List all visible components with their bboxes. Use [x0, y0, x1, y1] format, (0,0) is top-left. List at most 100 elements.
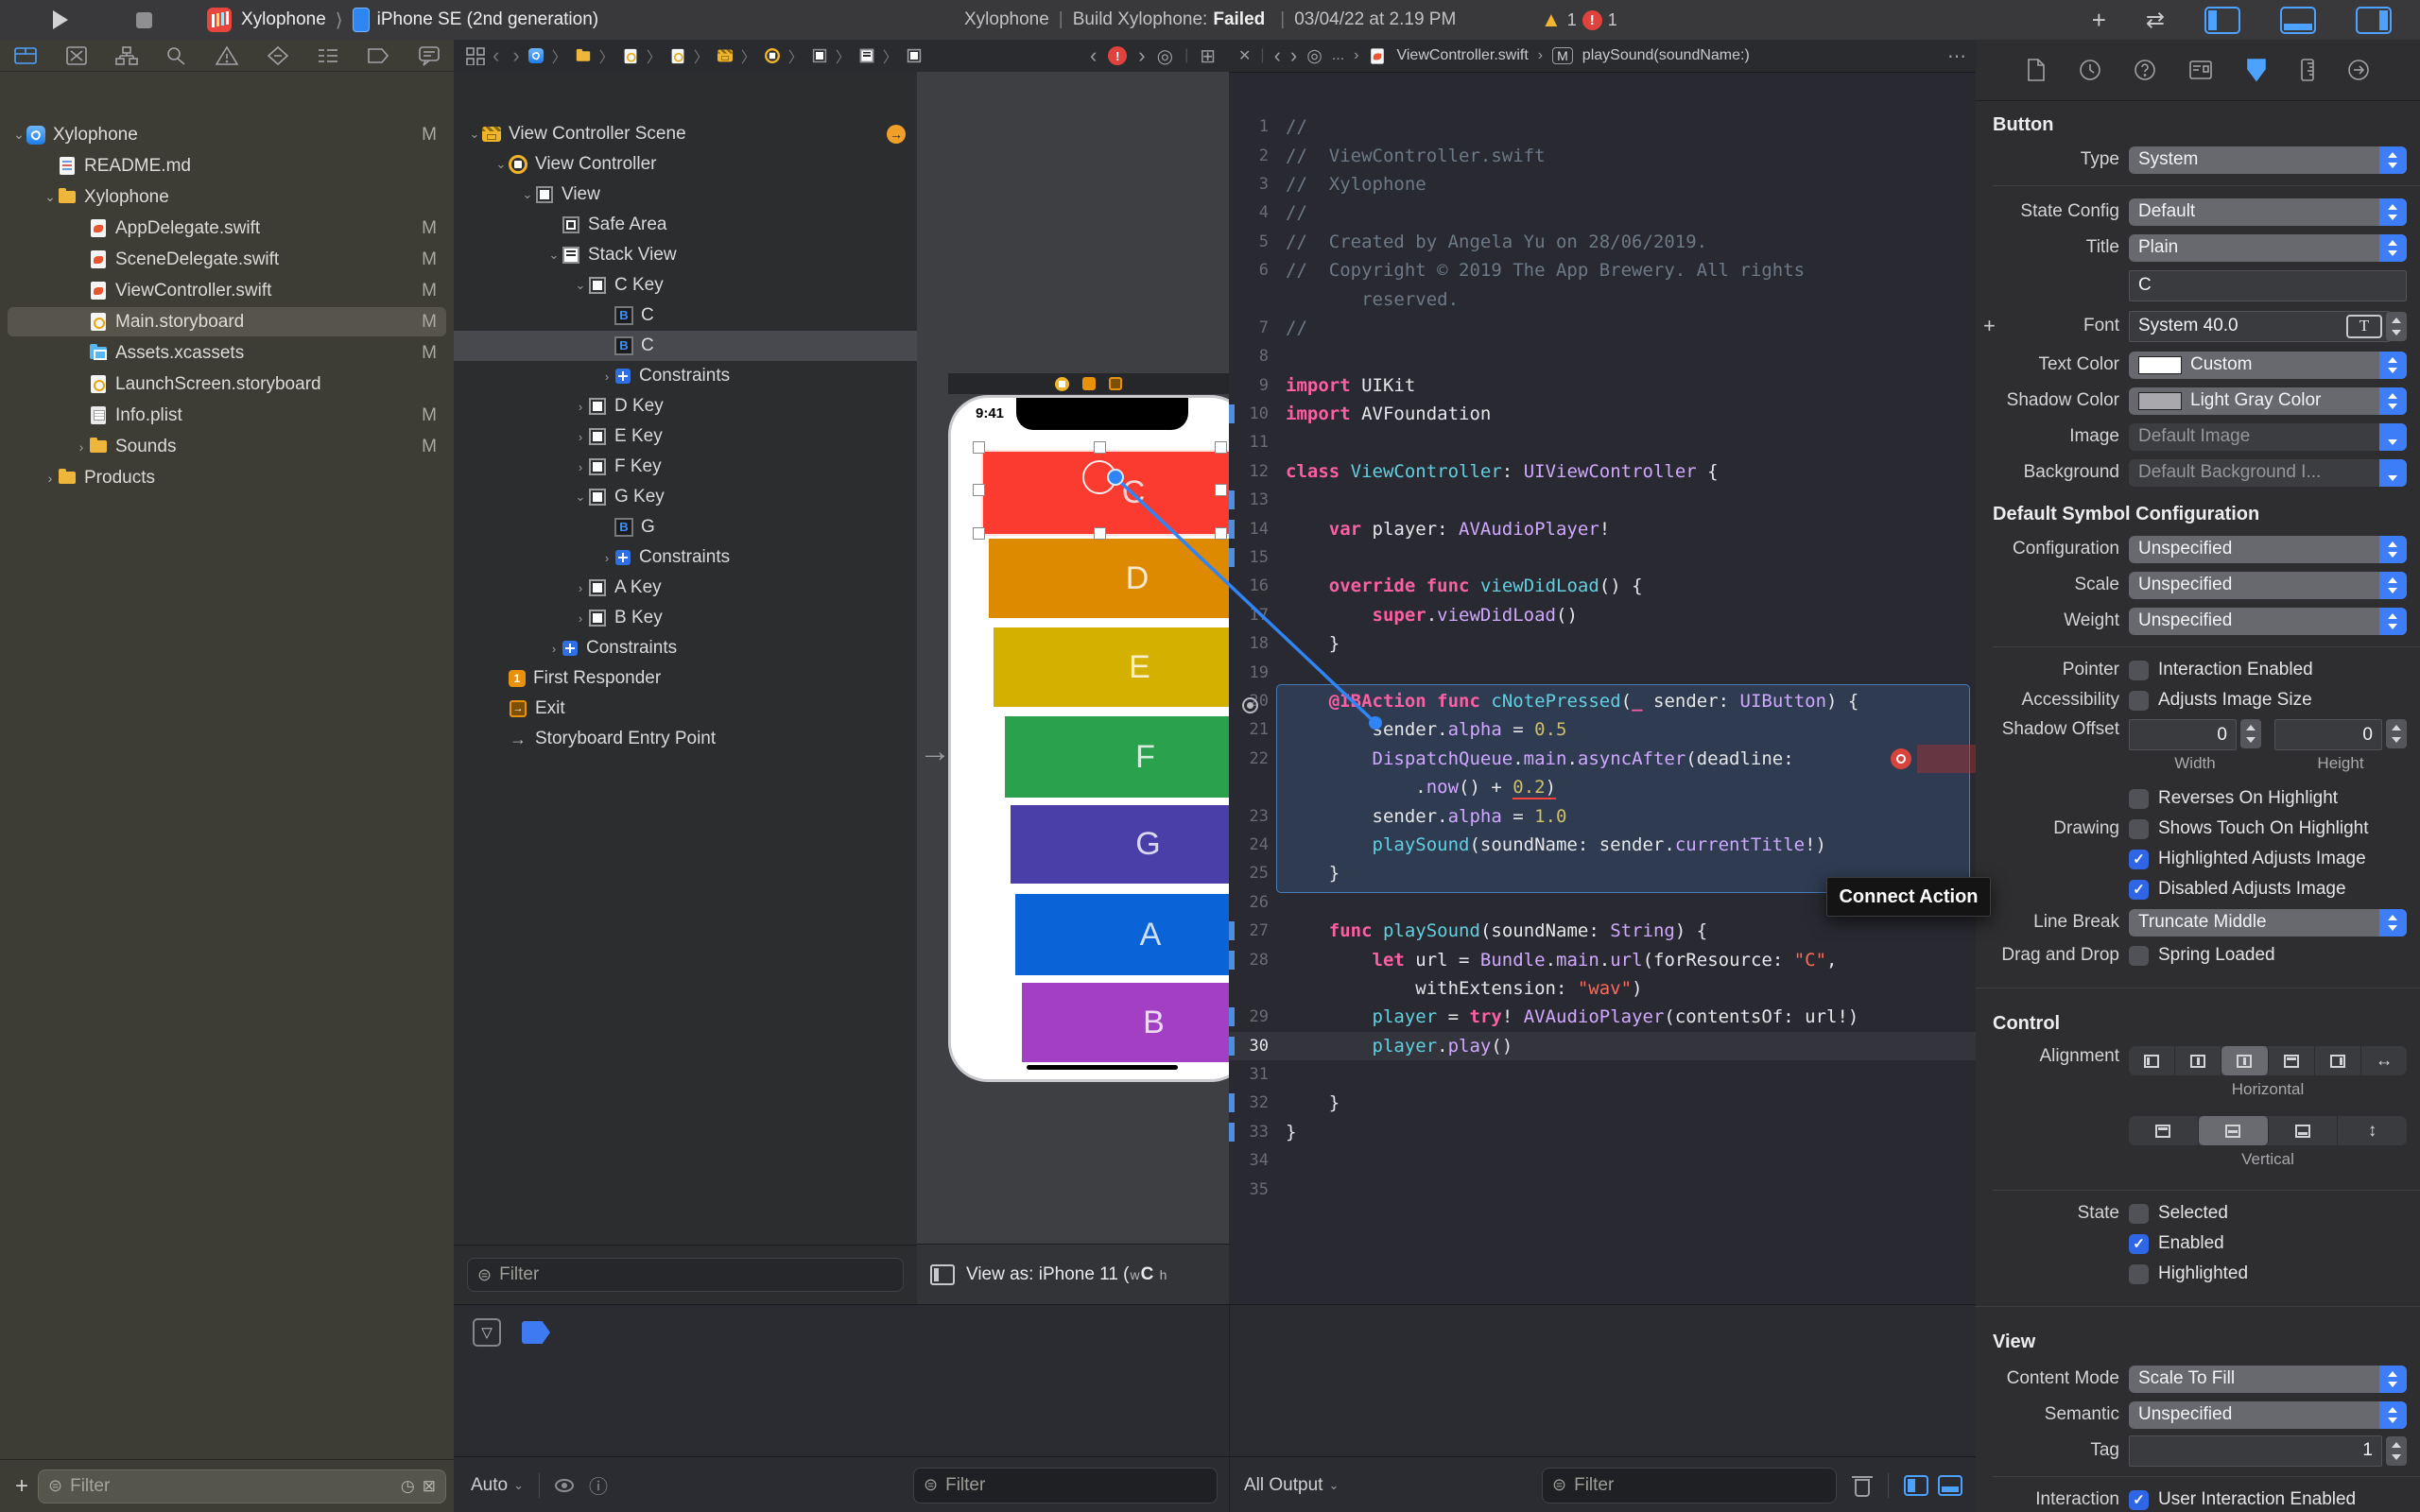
code-line[interactable]: reserved. — [1229, 284, 1976, 313]
disclosure-icon[interactable]: › — [573, 400, 588, 414]
disclosure-icon[interactable]: › — [546, 642, 562, 656]
stepper[interactable] — [2386, 1436, 2407, 1466]
file-inspector-icon[interactable] — [2026, 58, 2047, 82]
shadow-offset-field[interactable]: 0 — [2274, 719, 2382, 750]
selection-handle[interactable] — [1094, 441, 1106, 454]
scheme-target[interactable]: Xylophone — [241, 9, 326, 30]
adjust-editor-icon[interactable]: ◎ — [1157, 44, 1173, 68]
outline-row[interactable]: ⌄View Controller Scene→ — [454, 119, 917, 149]
add-file-button[interactable]: + — [15, 1473, 28, 1500]
navigator-filter-field[interactable]: ⊜ Filter ◷ ⊠ — [38, 1469, 446, 1503]
code-line[interactable]: 18 } — [1229, 629, 1976, 658]
history-inspector-icon[interactable] — [2079, 59, 2101, 81]
code-line[interactable]: 13 — [1229, 486, 1976, 514]
checkbox-interaction-enabled[interactable] — [2129, 661, 2149, 680]
code-line[interactable]: 20 @IBAction func cNotePressed(_ sender:… — [1229, 687, 1976, 715]
code-review-button[interactable]: ⇄ — [2146, 7, 2165, 34]
dropdown-line-break[interactable]: Truncate Middle — [2129, 909, 2407, 936]
clear-console-icon[interactable] — [1852, 1474, 1873, 1497]
outline-row[interactable]: ›F Key — [454, 452, 917, 482]
test-navigator-icon[interactable] — [267, 45, 289, 66]
checkbox-spring-loaded[interactable] — [2129, 946, 2149, 966]
hide-debug-area-icon[interactable]: ▽ — [473, 1318, 501, 1347]
selection-handle[interactable] — [973, 441, 985, 454]
file-row[interactable]: Main.storyboardM — [0, 306, 454, 337]
checkbox-highlighted[interactable] — [2129, 1264, 2149, 1284]
outline-row[interactable]: ›A Key — [454, 573, 917, 603]
prev-issue-icon[interactable]: ‹ — [1090, 43, 1097, 68]
editor-more-icon[interactable]: ⋯ — [1947, 44, 1966, 68]
report-navigator-icon[interactable] — [418, 45, 441, 66]
outline-row[interactable]: →Exit — [454, 694, 917, 724]
source-control-status-icon[interactable]: ⊠ — [423, 1477, 436, 1496]
toggle-inspector-button[interactable] — [2356, 7, 2392, 34]
code-line[interactable]: 23 sender.alpha = 1.0 — [1229, 801, 1976, 830]
segment[interactable] — [2221, 1046, 2268, 1075]
outline-row[interactable]: ›Constraints — [454, 542, 917, 573]
file-row[interactable]: ViewController.swiftM — [0, 275, 454, 306]
variables-filter-field[interactable]: ⊜ Filter — [913, 1468, 1218, 1503]
code-line[interactable]: 16 override func viewDidLoad() { — [1229, 572, 1976, 600]
ibaction-connection-icon[interactable] — [1242, 697, 1258, 713]
outline-row[interactable]: Safe Area — [454, 210, 917, 240]
file-row[interactable]: Assets.xcassetsM — [0, 337, 454, 369]
checkbox-enabled[interactable]: ✓ — [2129, 1234, 2149, 1254]
disclosure-icon[interactable]: › — [573, 430, 588, 444]
add-editor-icon[interactable]: ⊞ — [1200, 44, 1216, 68]
code-line[interactable]: 4// — [1229, 198, 1976, 227]
checkbox-user-interaction-enabled[interactable]: ✓ — [2129, 1490, 2149, 1510]
forward-icon[interactable]: › — [1290, 43, 1297, 68]
disclosure-icon[interactable]: › — [74, 439, 89, 455]
issue-navigator-icon[interactable] — [215, 45, 239, 66]
ic-stack-crumb[interactable] — [860, 49, 873, 62]
file-row[interactable]: README.md — [0, 150, 454, 181]
close-editor-icon[interactable]: ✕ — [1238, 46, 1251, 65]
disclosure-icon[interactable]: › — [599, 369, 614, 384]
disclosure-icon[interactable]: ⌄ — [546, 248, 562, 263]
first-responder-icon[interactable] — [1082, 377, 1096, 390]
variables-scope-button[interactable]: Auto — [471, 1475, 508, 1496]
dropdown-scale[interactable]: Unspecified — [2129, 572, 2407, 599]
selection-handle[interactable] — [1094, 527, 1106, 540]
back-icon[interactable]: ‹ — [1274, 43, 1281, 68]
shadow-offset-field[interactable]: 0 — [2129, 719, 2237, 750]
code-line[interactable]: 8 — [1229, 342, 1976, 370]
number-field-tag[interactable]: 1 — [2129, 1435, 2382, 1467]
counterparts-icon[interactable]: ◎ — [1306, 45, 1322, 67]
dropdown-title[interactable]: Plain — [2129, 234, 2407, 262]
ic-keysq-crumb[interactable] — [908, 49, 921, 62]
code-line[interactable]: 6// Copyright © 2019 The App Brewery. Al… — [1229, 256, 1976, 284]
checkbox-disabled-adjusts-image[interactable]: ✓ — [2129, 880, 2149, 900]
code-line[interactable]: 17 super.viewDidLoad() — [1229, 601, 1976, 629]
code-line[interactable]: 28 let url = Bundle.main.url(forResource… — [1229, 945, 1976, 973]
debug-navigator-icon[interactable] — [317, 45, 339, 66]
color-dropdown[interactable]: Custom — [2129, 352, 2407, 379]
selection-handle[interactable] — [973, 484, 985, 496]
code-line[interactable]: 12class ViewController: UIViewController… — [1229, 457, 1976, 486]
code-line[interactable]: 29 player = try! AVAudioPlayer(contentsO… — [1229, 1003, 1976, 1031]
checkbox-shows-touch-on-highlight[interactable] — [2129, 819, 2149, 839]
xylophone-key-D[interactable]: D — [989, 539, 1229, 618]
dropdown-semantic[interactable]: Unspecified — [2129, 1401, 2407, 1429]
color-swatch[interactable] — [2138, 392, 2182, 410]
breakpoint-navigator-icon[interactable] — [366, 45, 390, 66]
disclosure-icon[interactable]: ⌄ — [573, 490, 588, 505]
quick-help-icon[interactable] — [2134, 59, 2156, 81]
library-plus-button[interactable]: + — [2092, 6, 2106, 35]
size-inspector-icon[interactable] — [2300, 58, 2315, 82]
next-issue-icon[interactable]: › — [1138, 43, 1145, 68]
project-navigator-icon[interactable] — [13, 45, 38, 66]
ic-folder-crumb[interactable] — [576, 51, 589, 60]
outline-row[interactable]: ⌄C Key — [454, 270, 917, 301]
dropdown-type[interactable]: System — [2129, 146, 2407, 174]
disclosure-icon[interactable]: › — [573, 581, 588, 595]
dropdown-background[interactable]: Default Background I... — [2129, 459, 2407, 487]
ib-breadcrumb[interactable]: 〉〉〉〉〉〉〉〉 — [527, 44, 924, 67]
code-line[interactable]: 21 sender.alpha = 0.5 — [1229, 715, 1976, 744]
code-line[interactable]: 7// — [1229, 314, 1976, 342]
outline-row[interactable]: ⌄G Key — [454, 482, 917, 512]
warning-icon[interactable]: ▲ — [1541, 9, 1562, 30]
disclosure-icon[interactable]: › — [573, 611, 588, 626]
dropdown-weight[interactable]: Unspecified — [2129, 608, 2407, 635]
dropdown-configuration[interactable]: Unspecified — [2129, 536, 2407, 563]
